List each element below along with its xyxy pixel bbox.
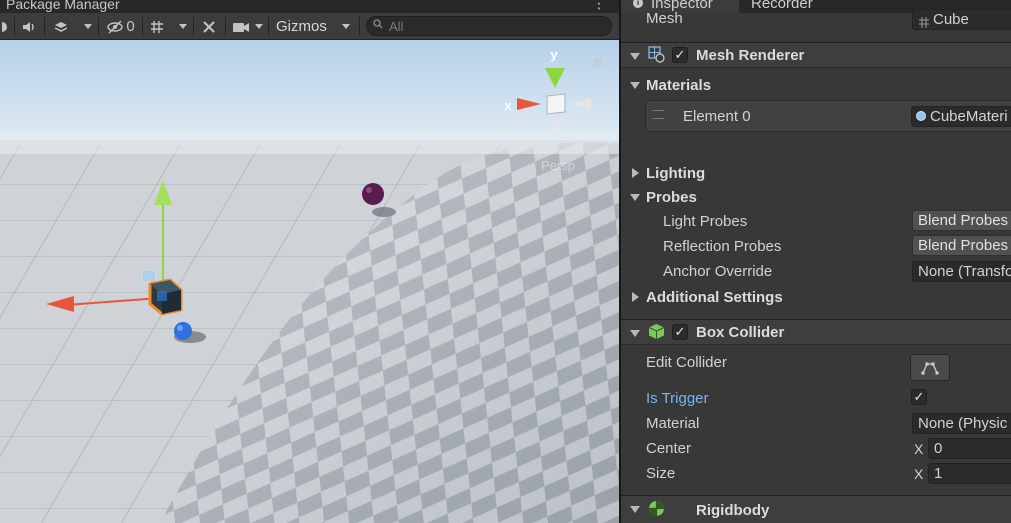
light-probes-label: Light Probes — [663, 213, 748, 230]
box-collider-foldout-icon[interactable] — [630, 330, 640, 337]
orientation-y-label: y — [550, 47, 558, 62]
mesh-renderer-icon — [648, 46, 665, 67]
gizmos-dropdown[interactable] — [339, 16, 353, 37]
probes-foldout-icon[interactable] — [630, 194, 640, 201]
scene-viewport[interactable]: y x Persp — [0, 40, 619, 523]
box-collider-enabled-checkbox[interactable]: ✓ — [672, 324, 688, 340]
more-options-icon[interactable]: ⋮ — [592, 0, 606, 12]
center-x-field[interactable]: 0 — [928, 438, 1011, 459]
center-label: Center — [646, 440, 692, 457]
mesh-value: Cube — [933, 11, 969, 28]
grid-dropdown[interactable] — [176, 16, 190, 37]
mesh-grid-icon — [919, 14, 929, 29]
window-title: Package Manager — [6, 0, 120, 12]
size-x-field[interactable]: 1 — [928, 463, 1011, 484]
rigidbody-header[interactable]: Rigidbody — [621, 495, 1011, 523]
anchor-override-label: Anchor Override — [663, 263, 773, 280]
element-0-field[interactable]: CubeMateri — [911, 106, 1011, 127]
edit-collider-label: Edit Collider — [646, 354, 727, 371]
drag-handle-icon[interactable] — [652, 110, 664, 119]
camera-icon[interactable] — [230, 16, 252, 37]
search-icon — [373, 19, 383, 32]
box-collider-header[interactable]: ✓ Box Collider — [621, 319, 1011, 345]
gizmos-button[interactable]: Gizmos — [270, 16, 333, 37]
additional-settings-foldout-icon[interactable] — [632, 292, 639, 302]
light-probes-dropdown[interactable]: Blend Probes — [912, 210, 1011, 231]
hidden-eye-icon — [107, 20, 124, 33]
selected-cube — [148, 278, 183, 316]
mesh-label: Mesh — [646, 10, 683, 27]
scene-toolbar: 0 Gizmos — [0, 13, 619, 40]
projection-label[interactable]: Persp — [541, 158, 575, 173]
lighting-foldout-icon[interactable] — [632, 168, 639, 178]
size-label: Size — [646, 465, 676, 482]
grid-snap-icon[interactable] — [146, 16, 168, 37]
mesh-renderer-header[interactable]: ✓ Mesh Renderer — [621, 42, 1011, 68]
inspector-panel: i Inspector Recorder Mesh Cube ✓ Mesh Re… — [619, 0, 1011, 523]
info-icon: i — [633, 0, 643, 8]
orientation-x-label: x — [504, 98, 512, 113]
lighting-label[interactable]: Lighting — [646, 165, 705, 182]
lock-icon — [593, 58, 601, 67]
is-trigger-checkbox[interactable]: ✓ — [911, 389, 927, 405]
mesh-renderer-foldout-icon[interactable] — [630, 53, 640, 60]
edit-collider-button[interactable] — [910, 354, 950, 381]
scene-view-panel: Package Manager ⋮ 0 Gizmos All y x Persp — [0, 0, 619, 523]
z-axis-handle — [174, 322, 192, 340]
material-label: Material — [646, 415, 700, 432]
material-field[interactable]: None (Physic — [912, 413, 1011, 434]
scene-window-title-bar: Package Manager ⋮ — [0, 0, 619, 13]
scene-search-input[interactable] — [389, 18, 599, 34]
element-0-value: CubeMateri — [930, 108, 1008, 125]
reflection-probes-dropdown[interactable]: Blend Probes — [912, 235, 1011, 256]
materials-list: Element 0 CubeMateri — [645, 100, 1011, 132]
rigidbody-icon — [648, 500, 665, 521]
mesh-field[interactable]: Cube — [912, 9, 1011, 30]
purple-sphere — [362, 183, 384, 205]
tool-mode-dropdown[interactable] — [0, 16, 12, 37]
tools-icon[interactable] — [198, 16, 220, 37]
rigidbody-foldout-icon[interactable] — [630, 506, 640, 513]
center-x-axis-label: X — [914, 441, 924, 457]
rigidbody-title: Rigidbody — [696, 502, 770, 519]
effects-toggle-icon[interactable] — [48, 16, 74, 37]
box-collider-title: Box Collider — [696, 324, 785, 341]
effects-dropdown[interactable] — [81, 16, 95, 37]
probes-label[interactable]: Probes — [646, 189, 697, 206]
additional-settings-label[interactable]: Additional Settings — [646, 289, 783, 306]
scene-render: y x — [0, 40, 619, 523]
mesh-renderer-title: Mesh Renderer — [696, 47, 805, 64]
reflection-probes-label: Reflection Probes — [663, 238, 782, 255]
hidden-object-count: 0 — [126, 18, 135, 35]
is-trigger-label: Is Trigger — [646, 390, 709, 407]
materials-label: Materials — [646, 77, 712, 94]
scene-search-field[interactable] — [366, 16, 612, 36]
materials-foldout-icon[interactable] — [630, 82, 640, 89]
tab-recorder-label: Recorder — [751, 0, 813, 12]
element-0-label: Element 0 — [683, 108, 751, 125]
camera-dropdown[interactable] — [252, 16, 266, 37]
size-x-axis-label: X — [914, 466, 924, 482]
scene-visibility-toggle[interactable]: 0 — [102, 16, 140, 37]
mesh-renderer-enabled-checkbox[interactable]: ✓ — [672, 47, 688, 63]
audio-toggle-icon[interactable] — [18, 16, 40, 37]
anchor-override-field[interactable]: None (Transfo — [912, 261, 1011, 282]
material-sphere-icon — [916, 111, 926, 121]
box-collider-icon — [648, 323, 665, 344]
tab-recorder[interactable]: Recorder — [737, 0, 813, 13]
edit-collider-icon — [921, 362, 939, 375]
